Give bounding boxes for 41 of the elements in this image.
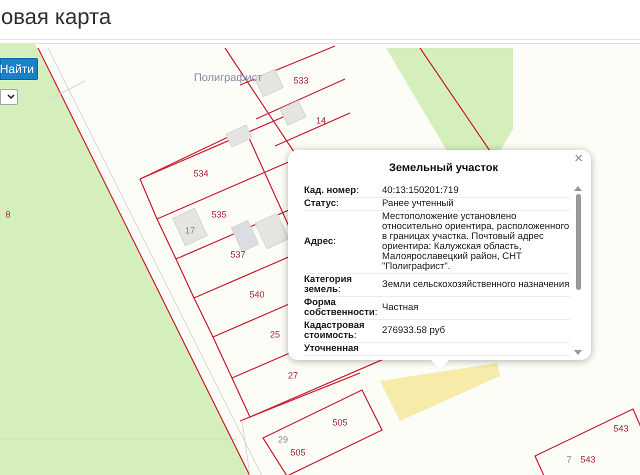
- house-number: 29: [278, 434, 288, 444]
- page-title: овая карта: [1, 6, 112, 28]
- house-number: 7: [566, 454, 572, 464]
- popup-pointer-icon: [430, 358, 450, 368]
- scrollbar[interactable]: [573, 184, 583, 356]
- field-label: Статус:: [304, 198, 340, 208]
- scroll-up-icon: [574, 186, 582, 190]
- house-number: 17: [185, 225, 195, 236]
- scroll-down-icon: [574, 350, 582, 354]
- parcel-number: 543: [613, 423, 629, 434]
- parcel-number: 535: [211, 209, 227, 220]
- dropdown-select[interactable]: [0, 89, 18, 105]
- find-button[interactable]: Найти: [0, 58, 38, 80]
- field-value: Ранее учтенный: [382, 198, 455, 208]
- map[interactable]: [0, 43, 640, 475]
- parcel-number: 534: [193, 168, 209, 178]
- parcel-number: 540: [249, 289, 265, 300]
- field-label: Адрес:: [304, 236, 337, 246]
- field-value: Частная: [382, 302, 420, 312]
- field-label: Категория земель:: [304, 274, 353, 294]
- parcel-number: 537: [230, 249, 246, 260]
- chevron-down-icon: [7, 94, 15, 100]
- parcel-number: 27: [288, 370, 298, 380]
- field-label: Форма собственности:: [304, 298, 378, 318]
- parcel-number: 505: [332, 417, 348, 428]
- parcel-number: 543: [580, 454, 596, 464]
- scrollbar-thumb[interactable]: [576, 194, 580, 290]
- field-label: Уточненная: [304, 344, 360, 354]
- field-value: Земли сельскохозяйственного назначения: [382, 280, 570, 290]
- field-label: Кад. номер:: [304, 186, 360, 196]
- field-label: Кадастровая стоимость:: [304, 320, 366, 340]
- parcel-number: 14: [316, 115, 326, 126]
- field-value: Местоположение установлено относительно ориентира, расположенного в границах участка. Почтовый адрес ориентира: Калужская область, Малоярославецкий район, СНТ "Полиграфист".: [382, 212, 570, 272]
- parcel-number: 533: [293, 75, 309, 86]
- field-value: 40:13:150201:719: [382, 186, 460, 196]
- parcel-number: 505: [290, 447, 306, 458]
- popup-title: Земельный участок: [388, 161, 499, 176]
- parcel-number: 8: [6, 209, 10, 220]
- parcel-number: 25: [270, 329, 280, 340]
- field-value: 276933.58 руб: [382, 326, 446, 336]
- close-button[interactable]: ×: [572, 151, 585, 166]
